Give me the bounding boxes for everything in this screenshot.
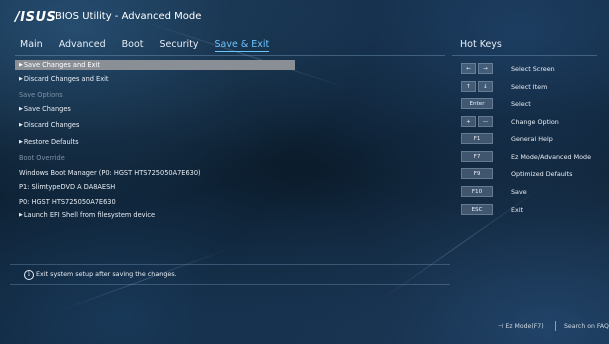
key-f10[interactable]: F10 [461, 186, 493, 197]
tab-boot[interactable]: Boot [122, 39, 144, 52]
search-faq-button[interactable]: Search on FAQ [564, 323, 609, 330]
menu-item-save-changes-and-exit[interactable]: ▶Save Changes and Exit [15, 60, 295, 70]
page-title: BIOS Utility - Advanced Mode [55, 11, 202, 22]
key-esc[interactable]: ESC [461, 204, 493, 215]
divider [15, 55, 445, 56]
key-minus[interactable]: — [478, 116, 493, 127]
status-text: Exit system setup after saving the chang… [36, 270, 177, 278]
key-left-arrow[interactable]: ← [461, 63, 476, 74]
divider [10, 264, 450, 265]
key-right-arrow[interactable]: → [478, 63, 493, 74]
key-down-arrow[interactable]: ↓ [478, 81, 493, 92]
info-icon: i [24, 270, 34, 280]
menu-item-label: Windows Boot Manager (P0: HGST HTS725050… [19, 169, 201, 177]
key-f7[interactable]: F7 [461, 151, 493, 162]
menu-item-boot-windows-boot-manager[interactable]: Windows Boot Manager (P0: HGST HTS725050… [15, 168, 295, 178]
key-f9[interactable]: F9 [461, 168, 493, 179]
title-bar: /ISUS BIOS Utility - Advanced Mode [0, 0, 609, 34]
nav-tabs: Main Advanced Boot Security Save & Exit [20, 39, 285, 52]
hotkey-desc: Change Option [511, 118, 559, 126]
menu-item-launch-efi-shell[interactable]: ▶Launch EFI Shell from filesystem device [15, 210, 295, 220]
status-bar: i Exit system setup after saving the cha… [10, 268, 450, 282]
menu-item-label: Discard Changes [23, 121, 80, 129]
menu-item-boot-p0-hgst[interactable]: P0: HGST HTS725050A7E630 [15, 197, 295, 207]
arrow-icon: ▶ [19, 139, 23, 145]
key-plus[interactable]: + [461, 116, 476, 127]
tab-main[interactable]: Main [20, 39, 43, 52]
arrow-icon: ▶ [19, 76, 23, 82]
hotkey-desc: General Help [511, 135, 553, 143]
hotkey-desc: Select [511, 100, 531, 108]
key-enter[interactable]: Enter [461, 98, 493, 109]
ez-mode-button[interactable]: ⊣ Ez Mode(F7) [498, 323, 544, 330]
section-header-boot-override: Boot Override [15, 153, 295, 163]
arrow-icon: ▶ [19, 212, 23, 218]
key-f1[interactable]: F1 [461, 133, 493, 144]
menu-item-label: Save Changes [23, 105, 71, 113]
hotkey-desc: Ez Mode/Advanced Mode [511, 153, 591, 161]
arrow-icon: ▶ [19, 106, 23, 112]
arrow-icon: ▶ [19, 122, 23, 128]
divider [452, 55, 597, 56]
menu-item-discard-changes-and-exit[interactable]: ▶Discard Changes and Exit [15, 74, 295, 84]
menu-item-boot-p1-dvd[interactable]: P1: SlimtypeDVD A DA8AESH [15, 182, 295, 192]
menu-item-label: Launch EFI Shell from filesystem device [23, 211, 156, 219]
menu-item-restore-defaults[interactable]: ▶Restore Defaults [15, 137, 295, 147]
key-up-arrow[interactable]: ↑ [461, 81, 476, 92]
menu-item-discard-changes[interactable]: ▶Discard Changes [15, 120, 295, 130]
tab-save-exit[interactable]: Save & Exit [214, 39, 270, 52]
section-header-save-options: Save Options [15, 90, 295, 100]
footer-separator [555, 321, 556, 331]
hotkey-desc: Save [511, 188, 527, 196]
hotkey-desc: Select Item [511, 83, 548, 91]
menu-item-label: P1: SlimtypeDVD A DA8AESH [19, 183, 116, 191]
menu-item-label: Save Changes and Exit [23, 61, 100, 69]
hotkey-desc: Select Screen [511, 65, 555, 73]
hotkey-desc: Exit [511, 206, 524, 214]
arrow-icon: ▶ [19, 62, 23, 68]
menu-item-label: Discard Changes and Exit [23, 75, 109, 83]
menu-item-label: Restore Defaults [23, 138, 79, 146]
asus-logo: /ISUS [15, 10, 57, 25]
tab-advanced[interactable]: Advanced [59, 39, 106, 52]
menu-item-save-changes[interactable]: ▶Save Changes [15, 104, 295, 114]
section-header-label: Boot Override [19, 154, 65, 162]
hotkey-desc: Optimized Defaults [511, 170, 573, 178]
hotkeys-title: Hot Keys [460, 39, 502, 50]
menu-item-label: P0: HGST HTS725050A7E630 [19, 198, 116, 206]
divider [10, 284, 450, 285]
tab-security[interactable]: Security [160, 39, 199, 52]
section-header-label: Save Options [19, 91, 63, 99]
footer: ⊣ Ez Mode(F7) Search on FAQ [0, 318, 609, 336]
